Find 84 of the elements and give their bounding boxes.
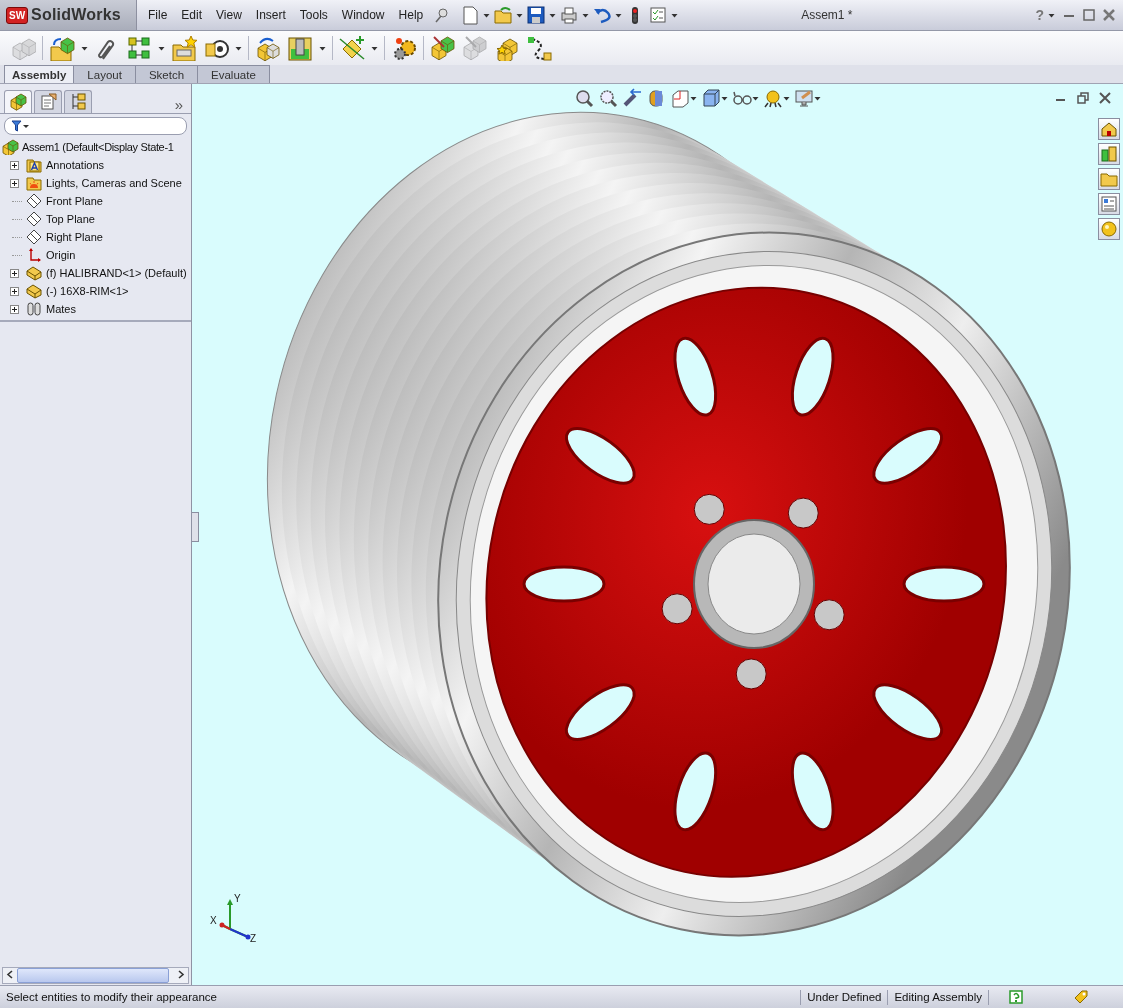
tag-icon[interactable]	[1073, 989, 1089, 1005]
menu-item[interactable]: View	[209, 8, 249, 22]
panel-splitter-handle[interactable]	[192, 512, 199, 542]
folder-icon[interactable]	[49, 35, 75, 61]
curve-icon[interactable]	[526, 35, 552, 61]
tree-item[interactable]: (-) 16X8-RIM<1>	[46, 285, 129, 297]
tree-item[interactable]: Annotations	[46, 159, 105, 171]
assembly-icon	[8, 92, 28, 112]
origin-icon	[26, 247, 42, 263]
status-text: Editing Assembly	[887, 989, 988, 1005]
mates-icon	[26, 301, 42, 317]
axis-label: Y	[234, 893, 241, 904]
panel-tab[interactable]	[64, 90, 92, 113]
close-icon[interactable]	[1103, 9, 1115, 21]
filter-icon	[11, 120, 31, 132]
menu-item[interactable]: Window	[334, 8, 392, 22]
monitor-icon[interactable]	[794, 88, 814, 108]
folder-star-icon[interactable]	[171, 35, 197, 61]
previous-view-icon[interactable]	[622, 88, 642, 108]
maximize-icon[interactable]	[1083, 9, 1095, 21]
logo-badge: SW	[6, 6, 29, 24]
annotations-folder-icon	[26, 157, 42, 173]
close-icon[interactable]	[1099, 92, 1111, 104]
expand-panel-button[interactable]: »	[174, 96, 187, 113]
design-library-icon[interactable]	[1098, 143, 1120, 165]
expand-icon[interactable]	[10, 268, 19, 278]
help-icon[interactable]	[1009, 990, 1023, 1004]
assembly-icon	[2, 139, 20, 155]
gears-icon[interactable]	[391, 35, 417, 61]
window-title: Assem1 *	[800, 8, 854, 22]
panel-tab[interactable]	[34, 90, 62, 113]
tree-item[interactable]: Top Plane	[46, 213, 95, 225]
tree-item[interactable]: Lights, Cameras and Scene	[46, 177, 182, 189]
folder-icon[interactable]	[1098, 168, 1120, 190]
menu-item[interactable]: Help	[391, 8, 431, 22]
zoom-fit-icon[interactable]	[574, 88, 594, 108]
menu-item[interactable]: Insert	[248, 8, 293, 22]
filter-field[interactable]	[4, 117, 187, 135]
tree-item[interactable]: Right Plane	[46, 231, 103, 243]
menu-item[interactable]: Edit	[174, 8, 210, 22]
axis-label: Z	[250, 933, 257, 944]
panel-tab[interactable]	[4, 90, 32, 113]
tree-item[interactable]: Front Plane	[46, 195, 103, 207]
tree-item[interactable]: Mates	[46, 303, 76, 315]
view-palette-icon[interactable]	[1098, 193, 1120, 215]
app-logo: SolidWorks	[31, 6, 121, 24]
view-orientation-icon[interactable]	[670, 88, 690, 108]
plane-icon	[26, 229, 42, 245]
checklist-icon[interactable]	[648, 5, 669, 25]
command-tab[interactable]: Sketch	[135, 65, 199, 83]
lights-folder-icon	[26, 175, 42, 191]
command-tab[interactable]: Layout	[74, 65, 136, 83]
expand-icon[interactable]	[10, 304, 19, 314]
rotate-cubes-icon[interactable]	[255, 35, 281, 61]
appearance-icon[interactable]	[1098, 218, 1120, 240]
pin-icon[interactable]	[434, 7, 451, 23]
menu-item[interactable]: Tools	[292, 8, 335, 22]
status-text: Under Defined	[800, 989, 888, 1005]
tree-item[interactable]: Origin	[46, 249, 76, 261]
expand-icon[interactable]	[10, 178, 19, 188]
tree-root[interactable]: Assem1 (Default<Display State-1	[22, 141, 174, 153]
restore-icon[interactable]	[1077, 92, 1089, 104]
axis-label: X	[210, 915, 217, 926]
sphere-icon[interactable]	[763, 88, 783, 108]
display-style-icon[interactable]	[701, 88, 721, 108]
tree-item[interactable]: (f) HALIBRAND<1> (Default)	[46, 267, 187, 279]
menu-item[interactable]: File	[141, 8, 175, 22]
expand-icon[interactable]	[10, 160, 19, 170]
command-tab[interactable]: Evaluate	[198, 65, 270, 83]
command-tab[interactable]: Assembly	[4, 65, 75, 83]
part-icon	[26, 265, 42, 281]
status-message: Select entities to modify their appearance	[5, 991, 218, 1003]
zoom-area-icon[interactable]	[598, 88, 618, 108]
printer-icon[interactable]	[559, 5, 580, 25]
diamond-icon[interactable]	[339, 35, 365, 61]
expand-icon[interactable]	[10, 286, 19, 296]
horizontal-scrollbar[interactable]	[2, 967, 189, 984]
pattern-icon[interactable]	[126, 35, 152, 61]
plane-icon	[26, 193, 42, 209]
property-sheet-icon	[38, 92, 58, 112]
home-icon[interactable]	[1098, 118, 1120, 140]
part-icon	[26, 283, 42, 299]
save-icon[interactable]	[526, 5, 547, 25]
plane-icon	[26, 211, 42, 227]
